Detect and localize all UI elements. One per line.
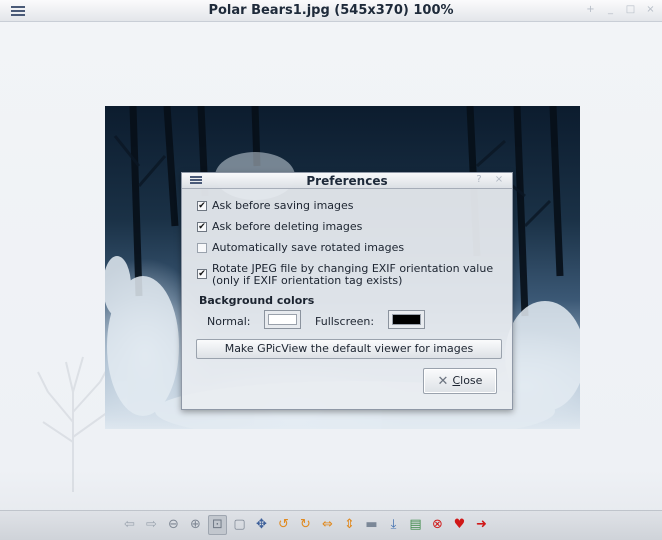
delete-icon[interactable]: ⊗ xyxy=(428,515,447,535)
close-icon: ✕ xyxy=(437,374,449,389)
previous-icon[interactable]: ⇦ xyxy=(120,515,139,535)
save-file-icon[interactable]: ⤓ xyxy=(384,515,403,535)
gpicview-window: Polar Bears1.jpg (545x370) 100% + _ □ × xyxy=(0,0,662,540)
save-as-icon[interactable]: ▤ xyxy=(406,515,425,535)
fullscreen-color-swatch xyxy=(392,314,421,325)
quit-icon[interactable]: ➜ xyxy=(472,515,491,535)
fullscreen-icon[interactable]: ✥ xyxy=(252,515,271,535)
dialog-help-button[interactable]: ? xyxy=(474,175,484,185)
dialog-title: Preferences xyxy=(306,174,388,188)
next-icon[interactable]: ⇨ xyxy=(142,515,161,535)
window-title: Polar Bears1.jpg (545x370) 100% xyxy=(208,3,454,18)
ask-before-saving-label: Ask before saving images xyxy=(212,199,354,212)
preferences-dialog: Preferences ? × ✔ Ask before saving imag… xyxy=(181,172,513,410)
zoom-in-icon[interactable]: ⊕ xyxy=(186,515,205,535)
preferences-icon[interactable]: ♥ xyxy=(450,515,469,535)
maximize-button[interactable]: □ xyxy=(625,4,636,15)
make-default-viewer-button[interactable]: Make GPicView the default viewer for ima… xyxy=(196,339,502,359)
auto-save-rotated-label: Automatically save rotated images xyxy=(212,241,405,254)
flip-horizontal-icon[interactable]: ⇔ xyxy=(318,515,337,535)
dialog-title-bar[interactable]: Preferences ? × xyxy=(182,173,512,189)
fullscreen-color-button[interactable] xyxy=(388,310,425,329)
rotate-jpeg-exif-option[interactable]: ✔ Rotate JPEG file by changing EXIF orie… xyxy=(197,263,493,287)
ask-before-saving-checkbox[interactable]: ✔ xyxy=(197,201,207,211)
rotate-jpeg-exif-label: Rotate JPEG file by changing EXIF orient… xyxy=(212,263,493,287)
auto-save-rotated-checkbox[interactable] xyxy=(197,243,207,253)
normal-color-button[interactable] xyxy=(264,310,301,329)
keep-above-button[interactable]: + xyxy=(585,4,596,15)
bottom-toolbar: ⇦ ⇨ ⊖ ⊕ ⊡ ▢ ✥ ↺ ↻ ⇔ ⇕ ▬ ⤓ ▤ ⊗ ♥ ➜ xyxy=(0,510,662,540)
rotate-left-icon[interactable]: ↺ xyxy=(274,515,293,535)
background-colors-heading: Background colors xyxy=(199,294,315,307)
minimize-button[interactable]: _ xyxy=(605,4,616,15)
close-label: lose xyxy=(460,374,483,387)
rotate-jpeg-exif-checkbox[interactable]: ✔ xyxy=(197,269,207,279)
ask-before-deleting-checkbox[interactable]: ✔ xyxy=(197,222,207,232)
close-button[interactable]: ✕ Close xyxy=(423,368,497,394)
rotate-jpeg-exif-label-line2: (only if EXIF orientation tag exists) xyxy=(212,274,403,287)
open-file-icon[interactable]: ▬ xyxy=(362,515,381,535)
dialog-close-icon[interactable]: × xyxy=(494,175,504,185)
normal-color-swatch xyxy=(268,314,297,325)
flip-vertical-icon[interactable]: ⇕ xyxy=(340,515,359,535)
fullscreen-color-label: Fullscreen: xyxy=(315,315,375,328)
zoom-original-icon[interactable]: ▢ xyxy=(230,515,249,535)
ask-before-deleting-label: Ask before deleting images xyxy=(212,220,363,233)
close-window-button[interactable]: × xyxy=(645,4,656,15)
ask-before-saving-option[interactable]: ✔ Ask before saving images xyxy=(197,200,354,212)
rotate-right-icon[interactable]: ↻ xyxy=(296,515,315,535)
ask-before-deleting-option[interactable]: ✔ Ask before deleting images xyxy=(197,221,362,233)
normal-color-label: Normal: xyxy=(207,315,251,328)
title-bar[interactable]: Polar Bears1.jpg (545x370) 100% + _ □ × xyxy=(0,0,662,22)
auto-save-rotated-option[interactable]: Automatically save rotated images xyxy=(197,242,404,254)
zoom-out-icon[interactable]: ⊖ xyxy=(164,515,183,535)
zoom-fit-icon[interactable]: ⊡ xyxy=(208,515,227,535)
close-mnemonic: C xyxy=(452,374,461,387)
